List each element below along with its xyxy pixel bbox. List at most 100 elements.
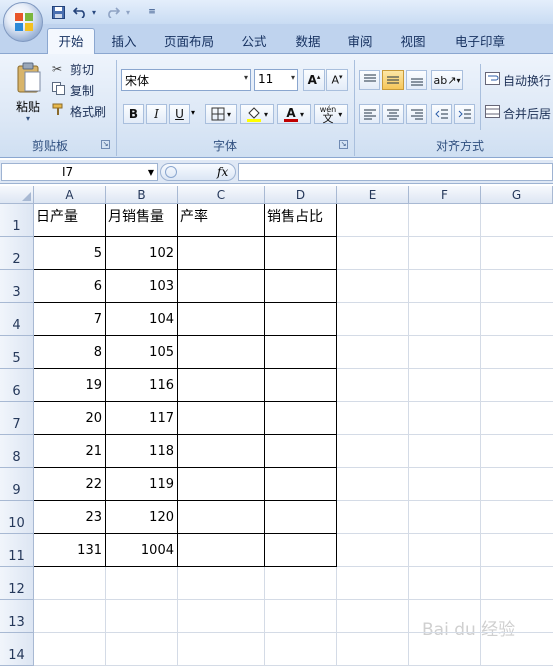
- copy-button[interactable]: 复制: [52, 81, 112, 99]
- font-name-select[interactable]: 宋体 ▾: [121, 69, 251, 91]
- shrink-font-button[interactable]: A▾: [326, 69, 348, 91]
- row-header[interactable]: 6: [0, 369, 34, 402]
- header-cell[interactable]: 销售占比: [265, 206, 336, 229]
- row-header[interactable]: 13: [0, 600, 34, 633]
- row-header[interactable]: 14: [0, 633, 34, 666]
- row-header[interactable]: 10: [0, 501, 34, 534]
- align-left-button[interactable]: [359, 104, 380, 124]
- align-center-button[interactable]: [382, 104, 404, 124]
- fill-color-button[interactable]: ▾: [240, 104, 274, 124]
- bold-button[interactable]: B: [123, 104, 144, 124]
- orientation-button[interactable]: ab↗ ▾: [431, 70, 463, 90]
- undo-icon[interactable]: [72, 4, 88, 20]
- data-cell[interactable]: 7: [34, 303, 105, 335]
- font-color-button[interactable]: A ▾: [277, 104, 311, 124]
- office-button[interactable]: [3, 2, 43, 42]
- data-cell[interactable]: 21: [34, 435, 105, 467]
- data-cell[interactable]: 23: [34, 501, 105, 533]
- data-cell[interactable]: 102: [106, 237, 177, 269]
- paste-button[interactable]: 粘贴 ▾: [12, 60, 44, 130]
- tab-review[interactable]: 审阅: [340, 32, 380, 54]
- row-header[interactable]: 1: [0, 204, 34, 237]
- data-cell[interactable]: 119: [106, 468, 177, 500]
- data-cell[interactable]: 117: [106, 402, 177, 434]
- cut-button[interactable]: ✂ 剪切: [52, 60, 112, 78]
- redo-icon[interactable]: [104, 4, 122, 20]
- merge-center-button[interactable]: 合并后居: [485, 104, 553, 122]
- data-cell[interactable]: 116: [106, 369, 177, 401]
- format-painter-button[interactable]: 格式刷: [52, 102, 112, 120]
- column-header-a[interactable]: A: [34, 186, 106, 204]
- formula-input[interactable]: [238, 163, 553, 181]
- column-header-c[interactable]: C: [178, 186, 265, 204]
- tab-home[interactable]: 开始: [47, 32, 95, 54]
- name-box[interactable]: I7 ▼: [1, 163, 158, 181]
- row-header[interactable]: 3: [0, 270, 34, 303]
- font-launcher-icon[interactable]: ↘: [339, 140, 348, 149]
- clipboard-launcher-icon[interactable]: ↘: [101, 140, 110, 149]
- increase-indent-button[interactable]: [454, 104, 475, 124]
- formula-expand-icon[interactable]: [165, 166, 177, 178]
- data-cell[interactable]: 20: [34, 402, 105, 434]
- data-cell[interactable]: 105: [106, 336, 177, 368]
- data-cell[interactable]: 19: [34, 369, 105, 401]
- font-size-dropdown-icon: ▾: [290, 73, 295, 82]
- redo-dropdown-icon[interactable]: ▾: [124, 4, 132, 20]
- wrap-text-button[interactable]: 自动换行: [485, 71, 553, 89]
- tab-view[interactable]: 视图: [393, 32, 433, 54]
- align-bottom-button[interactable]: [406, 70, 427, 90]
- underline-dropdown-icon[interactable]: ▾: [191, 108, 195, 117]
- font-size-select[interactable]: 11 ▾: [254, 69, 298, 91]
- row-header[interactable]: 9: [0, 468, 34, 501]
- data-cell[interactable]: 120: [106, 501, 177, 533]
- column-header-e[interactable]: E: [337, 186, 409, 204]
- column-header-b[interactable]: B: [106, 186, 178, 204]
- select-all-button[interactable]: [0, 186, 34, 204]
- cut-label: 剪切: [70, 62, 95, 77]
- row-header[interactable]: 12: [0, 567, 34, 600]
- align-right-button[interactable]: [406, 104, 427, 124]
- row-header[interactable]: 2: [0, 237, 34, 270]
- tab-page-layout[interactable]: 页面布局: [158, 32, 220, 54]
- row-header[interactable]: 11: [0, 534, 34, 567]
- italic-button[interactable]: I: [146, 104, 167, 124]
- header-cell[interactable]: 日产量: [34, 206, 105, 229]
- decrease-indent-button[interactable]: [431, 104, 452, 124]
- undo-dropdown-icon[interactable]: ▾: [90, 4, 98, 20]
- data-cell[interactable]: 103: [106, 270, 177, 302]
- formula-controls: fx: [160, 163, 236, 181]
- align-middle-button[interactable]: [382, 70, 404, 90]
- borders-button[interactable]: ▾: [205, 104, 237, 124]
- tab-insert[interactable]: 插入: [105, 32, 143, 54]
- column-header-g[interactable]: G: [481, 186, 553, 204]
- phonetic-button[interactable]: wén 文 ▾: [314, 104, 348, 124]
- header-cell[interactable]: 产率: [178, 206, 264, 229]
- data-cell[interactable]: 6: [34, 270, 105, 302]
- row-header[interactable]: 4: [0, 303, 34, 336]
- data-cell[interactable]: 131: [34, 534, 105, 566]
- save-icon[interactable]: [50, 4, 66, 20]
- data-cell[interactable]: 104: [106, 303, 177, 335]
- row-header[interactable]: 8: [0, 435, 34, 468]
- row-header[interactable]: 5: [0, 336, 34, 369]
- align-right-icon: [410, 109, 423, 120]
- data-cell[interactable]: 1004: [106, 534, 177, 566]
- row-header[interactable]: 7: [0, 402, 34, 435]
- grow-font-button[interactable]: A▴: [303, 69, 325, 91]
- font-group-label: 字体: [212, 139, 237, 153]
- column-header-d[interactable]: D: [265, 186, 337, 204]
- data-cell[interactable]: 8: [34, 336, 105, 368]
- data-cell[interactable]: 5: [34, 237, 105, 269]
- tab-data[interactable]: 数据: [288, 32, 328, 54]
- customize-toolbar-icon[interactable]: ≡: [147, 4, 157, 20]
- tab-seal[interactable]: 电子印章: [448, 32, 512, 54]
- column-header-f[interactable]: F: [409, 186, 481, 204]
- tab-formulas[interactable]: 公式: [234, 32, 274, 54]
- data-cell[interactable]: 22: [34, 468, 105, 500]
- data-cell[interactable]: 118: [106, 435, 177, 467]
- underline-button[interactable]: U: [169, 104, 190, 124]
- merge-center-label: 合并后居: [503, 106, 552, 121]
- align-top-button[interactable]: [359, 70, 380, 90]
- insert-function-icon[interactable]: fx: [217, 165, 228, 179]
- header-cell[interactable]: 月销售量: [106, 206, 177, 229]
